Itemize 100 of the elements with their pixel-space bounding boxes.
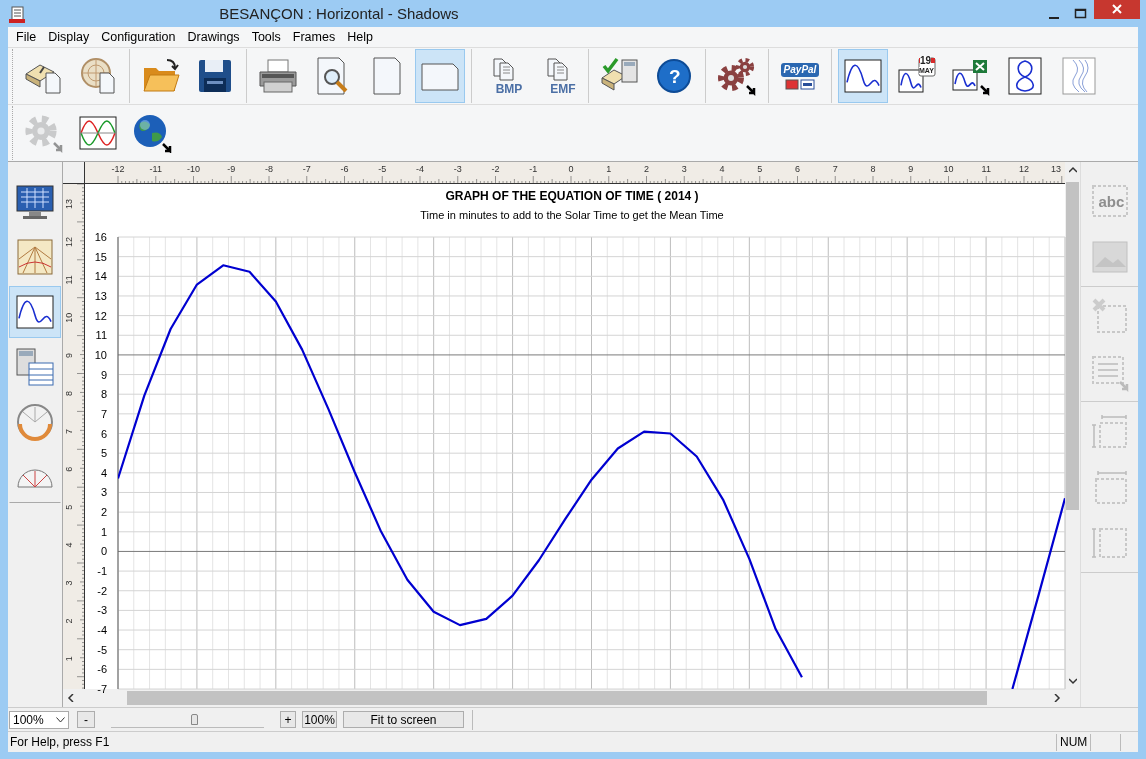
calendar-graph-icon bbox=[897, 56, 937, 96]
ruler-label: 11 bbox=[981, 164, 991, 174]
ruler-label: 4 bbox=[64, 542, 75, 548]
ruler-label: 12 bbox=[64, 236, 75, 247]
axis-tick-label: 8 bbox=[100, 388, 108, 401]
ruler-label: 10 bbox=[64, 312, 75, 323]
toolbar-button[interactable]: EMF bbox=[532, 49, 582, 103]
calculator-table-icon bbox=[15, 347, 55, 387]
menu-item[interactable]: Help bbox=[341, 30, 379, 44]
ruler-label: -4 bbox=[416, 164, 425, 174]
fit-to-screen-button[interactable]: Fit to screen bbox=[343, 711, 464, 728]
toolbar-button[interactable]: BMP bbox=[478, 49, 528, 103]
ruler-label: 8 bbox=[870, 164, 876, 174]
menu-item[interactable]: Display bbox=[42, 30, 96, 44]
axis-tick-label: -1 bbox=[97, 565, 108, 578]
dial-icon bbox=[15, 402, 55, 442]
ruler-label: 4 bbox=[719, 164, 725, 174]
ruler-label: -6 bbox=[340, 164, 349, 174]
ruler-label: 9 bbox=[908, 164, 914, 174]
horizontal-scrollbar-thumb[interactable] bbox=[127, 691, 988, 705]
menu-item[interactable]: Drawings bbox=[181, 30, 246, 44]
ruler-label: -10 bbox=[187, 164, 201, 174]
gears-icon bbox=[717, 56, 757, 96]
zoom-select[interactable]: 100% bbox=[9, 710, 69, 729]
sidebar-item[interactable] bbox=[9, 286, 61, 338]
toolbar-button[interactable]: ? bbox=[649, 49, 699, 103]
ruler-label: 1 bbox=[64, 656, 75, 662]
zoom-in-button[interactable]: + bbox=[280, 711, 296, 728]
axis-tick-label: 11 bbox=[95, 329, 108, 342]
ruler-label: 6 bbox=[64, 466, 75, 472]
ruler-label: 3 bbox=[64, 580, 75, 586]
zoom-slider[interactable] bbox=[111, 711, 264, 728]
zoom-out-button[interactable]: - bbox=[77, 711, 95, 728]
axis-tick-label: 16 bbox=[94, 231, 108, 243]
sundial-panel-icon bbox=[15, 237, 55, 277]
axis-tick-label: 13 bbox=[94, 289, 108, 302]
num-lock-indicator: NUM bbox=[1056, 733, 1090, 751]
colored-waves-icon bbox=[78, 113, 118, 153]
ruler-label: 0 bbox=[568, 164, 574, 174]
close-icon[interactable] bbox=[1094, 0, 1140, 19]
ruler-label: -3 bbox=[453, 164, 462, 174]
ruler-label: 8 bbox=[64, 391, 75, 396]
ruler-label: 10 bbox=[943, 164, 954, 174]
menu-item[interactable]: Frames bbox=[286, 30, 342, 44]
astrolabe-document-icon bbox=[78, 56, 118, 96]
ruler-label: 11 bbox=[64, 275, 75, 285]
vertical-scrollbar-thumb[interactable] bbox=[1066, 182, 1080, 510]
chart-subtitle: Time in minutes to add to the Solar Time to get the Mean Time bbox=[420, 209, 724, 221]
ruler-label: 5 bbox=[757, 164, 763, 174]
globe-icon bbox=[132, 113, 172, 153]
ruler-label: -12 bbox=[111, 164, 125, 174]
file-export-icon bbox=[546, 57, 568, 81]
status-text: For Help, press F1 bbox=[9, 735, 111, 749]
axis-tick-label: 6 bbox=[100, 427, 108, 440]
menu-item[interactable]: File bbox=[10, 30, 43, 44]
file-export-icon bbox=[492, 57, 514, 81]
ruler-label: 2 bbox=[64, 618, 75, 624]
gear-icon bbox=[24, 113, 64, 153]
zoom-reset-button[interactable]: 100% bbox=[302, 711, 337, 728]
help-icon bbox=[654, 56, 694, 96]
window-title: BESANÇON : Horizontal - Shadows bbox=[218, 5, 460, 22]
curves-icon bbox=[1059, 56, 1099, 96]
ruler-label: 1 bbox=[606, 164, 612, 174]
monitor-icon bbox=[15, 182, 55, 222]
ruler-label: -11 bbox=[149, 164, 162, 174]
ruler-label: -7 bbox=[302, 164, 311, 174]
axis-tick-label: -6 bbox=[97, 663, 108, 676]
ruler-label: 7 bbox=[832, 164, 838, 174]
ruler-label: 5 bbox=[64, 504, 75, 510]
ruler-label: 13 bbox=[64, 199, 75, 209]
ruler-label: 7 bbox=[64, 428, 75, 434]
toolbar-button[interactable]: PayPal bbox=[775, 49, 825, 103]
ruler-label: 3 bbox=[681, 164, 687, 174]
wave-graph-icon bbox=[843, 56, 883, 96]
chevron-down-icon bbox=[56, 716, 65, 723]
axis-tick-label: -4 bbox=[97, 624, 108, 637]
menu-item[interactable]: Tools bbox=[245, 30, 287, 44]
wave-graph-icon bbox=[15, 292, 55, 332]
ruler-label: 2 bbox=[644, 164, 650, 174]
slider-thumb[interactable] bbox=[190, 714, 198, 725]
axis-tick-label: -3 bbox=[97, 604, 108, 617]
axis-tick-label: 7 bbox=[100, 407, 108, 420]
app-icon bbox=[9, 4, 25, 23]
axis-tick-label: -5 bbox=[97, 643, 108, 656]
menu-item[interactable]: Configuration bbox=[95, 30, 182, 44]
ruler-label: 6 bbox=[795, 164, 801, 174]
toolbar-button[interactable] bbox=[838, 49, 888, 103]
axis-tick-label: 5 bbox=[100, 447, 108, 460]
ruler-label: 9 bbox=[64, 353, 75, 359]
analemma-icon bbox=[1005, 56, 1045, 96]
ruler-label: 12 bbox=[1019, 164, 1030, 174]
payment-cards-icon bbox=[785, 78, 815, 90]
axis-tick-label: 10 bbox=[94, 348, 108, 361]
axis-tick-label: 4 bbox=[100, 466, 108, 479]
axis-tick-label: 12 bbox=[94, 309, 108, 322]
chart-title: GRAPH OF THE EQUATION OF TIME ( 2014 ) bbox=[445, 189, 699, 203]
ruler-label: 13 bbox=[1051, 164, 1062, 174]
axis-tick-label: 3 bbox=[100, 486, 108, 499]
axis-tick-label: 14 bbox=[94, 270, 108, 283]
ruler-label: -5 bbox=[378, 164, 387, 174]
